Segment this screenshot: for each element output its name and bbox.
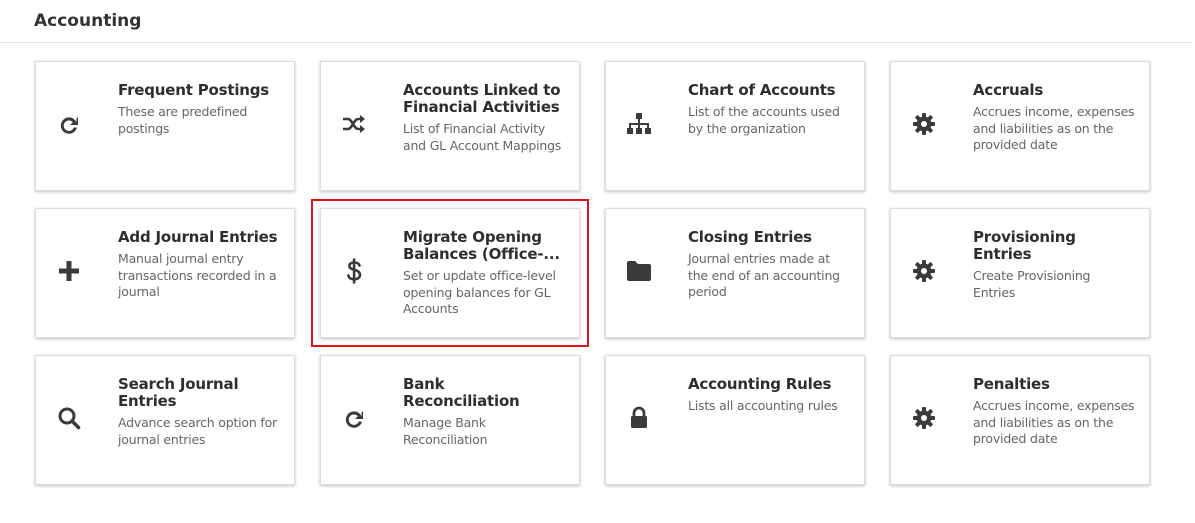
card-accounts-linked-financial-activities[interactable]: Accounts Linked to Financial Activities …: [320, 61, 580, 191]
card-title: Migrate Opening Balances (Office-...: [403, 228, 560, 263]
card-description: Manage Bank Reconciliation: [403, 415, 488, 447]
card-title: Penalties: [973, 375, 1050, 393]
card-penalties[interactable]: Penalties Accrues income, expenses and l…: [890, 355, 1150, 485]
card-description: Lists all accounting rules: [688, 398, 838, 413]
page-title: Accounting: [34, 11, 142, 31]
card-title: Accounts Linked to Financial Activities: [403, 81, 561, 116]
card-description: List of Financial Activity and GL Accoun…: [403, 121, 562, 153]
lock-icon: [625, 404, 653, 432]
refresh-icon: [340, 404, 368, 432]
card-description: Accrues income, expenses and liabilities…: [973, 398, 1135, 446]
card-title: Bank Reconciliation: [403, 375, 520, 410]
card-title: Frequent Postings: [118, 81, 270, 99]
card-search-journal-entries[interactable]: Search Journal Entries Advance search op…: [35, 355, 295, 485]
card-title: Accounting Rules: [688, 375, 832, 393]
refresh-icon: [55, 110, 83, 138]
card-description: List of the accounts used by the organiz…: [688, 104, 840, 136]
dollar-icon: [340, 257, 368, 285]
card-description: Journal entries made at the end of an ac…: [688, 251, 840, 299]
card-title: Chart of Accounts: [688, 81, 836, 99]
card-title: Accruals: [973, 81, 1044, 99]
card-frequent-postings[interactable]: Frequent Postings These are predefined p…: [35, 61, 295, 191]
card-bank-reconciliation[interactable]: Bank Reconciliation Manage Bank Reconcil…: [320, 355, 580, 485]
gear-icon: [910, 404, 938, 432]
gear-icon: [910, 110, 938, 138]
card-accruals[interactable]: Accruals Accrues income, expenses and li…: [890, 61, 1150, 191]
card-title: Add Journal Entries: [118, 228, 278, 246]
card-title: Search Journal Entries: [118, 375, 239, 410]
card-description: Set or update office-level opening balan…: [403, 268, 556, 316]
card-description: Manual journal entry transactions record…: [118, 251, 277, 299]
card-description: Advance search option for journal entrie…: [118, 415, 277, 447]
card-accounting-rules[interactable]: Accounting Rules Lists all accounting ru…: [605, 355, 865, 485]
card-migrate-opening-balances[interactable]: Migrate Opening Balances (Office-... Set…: [311, 199, 589, 347]
accounting-cards-grid: Frequent Postings These are predefined p…: [35, 61, 1150, 485]
card-title: Closing Entries: [688, 228, 812, 246]
card-description: Accrues income, expenses and liabilities…: [973, 104, 1135, 152]
plus-icon: [55, 257, 83, 285]
card-description: These are predefined postings: [118, 104, 248, 136]
shuffle-icon: [340, 110, 368, 138]
search-icon: [55, 404, 83, 432]
card-add-journal-entries[interactable]: Add Journal Entries Manual journal entry…: [35, 208, 295, 338]
gear-icon: [910, 257, 938, 285]
page-header: Accounting: [0, 0, 1193, 43]
sitemap-icon: [625, 110, 653, 138]
card-closing-entries[interactable]: Closing Entries Journal entries made at …: [605, 208, 865, 338]
folder-icon: [625, 257, 653, 285]
card-description: Create Provisioning Entries: [973, 268, 1091, 300]
card-provisioning-entries[interactable]: Provisioning Entries Create Provisioning…: [890, 208, 1150, 338]
card-chart-of-accounts[interactable]: Chart of Accounts List of the accounts u…: [605, 61, 865, 191]
card-title: Provisioning Entries: [973, 228, 1076, 263]
